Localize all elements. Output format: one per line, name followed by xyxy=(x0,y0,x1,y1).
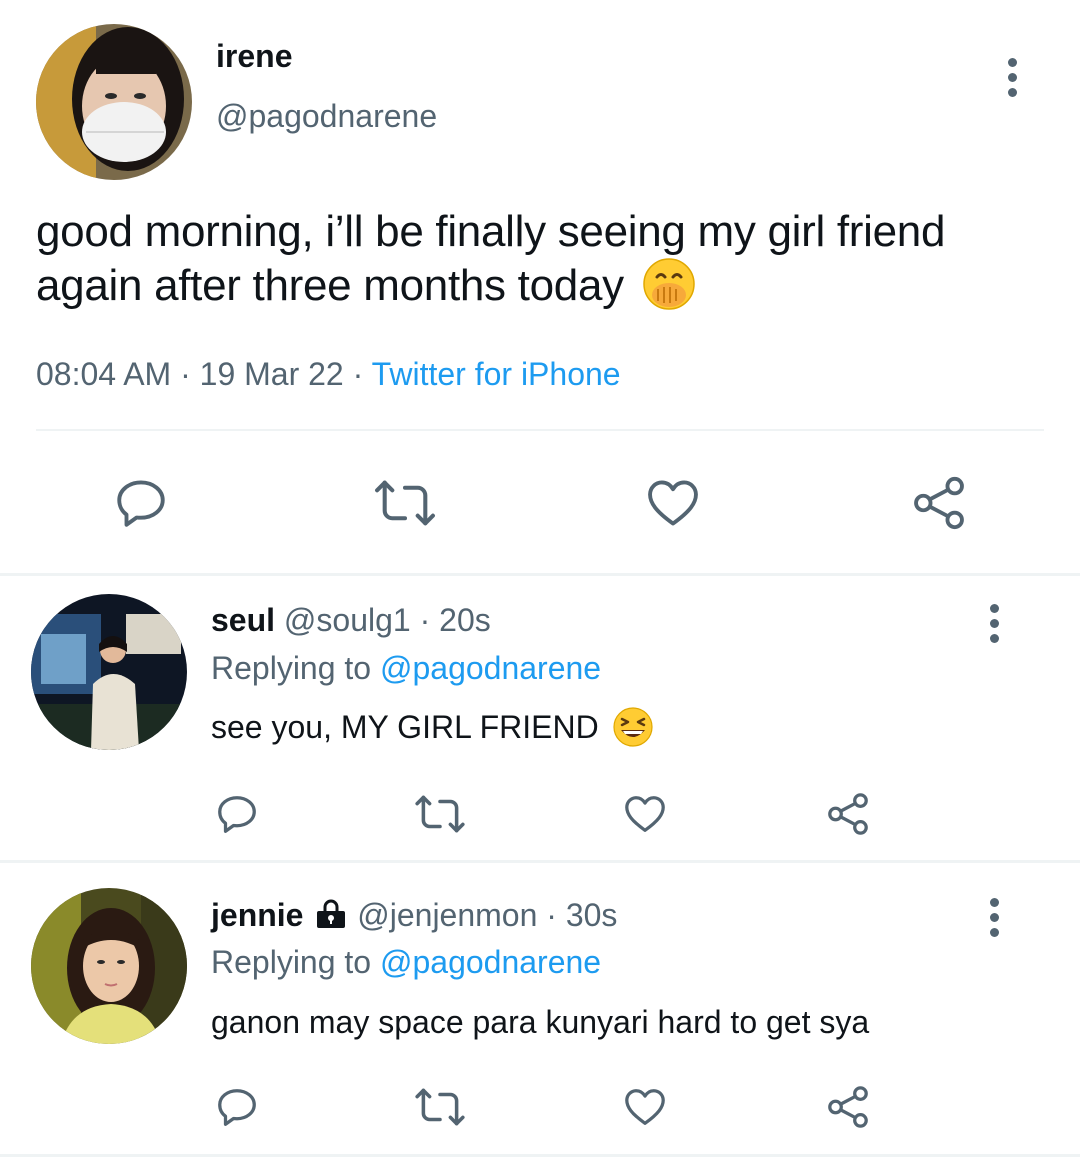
more-options-icon[interactable] xyxy=(990,898,999,937)
more-options-icon[interactable] xyxy=(1008,58,1017,97)
reply-header: seul @soulg1 · 20s xyxy=(211,602,491,639)
reply-header: jennie @jenjenmon · 30s xyxy=(211,897,617,937)
replying-to-label: Replying to xyxy=(211,650,372,686)
grinning-squinting-emoji xyxy=(612,706,654,748)
replying-to: Replying to @pagodnarene xyxy=(211,944,601,981)
replying-to-label: Replying to xyxy=(211,944,372,980)
reply-icon[interactable] xyxy=(214,1084,260,1130)
share-icon[interactable] xyxy=(910,474,968,532)
more-options-icon[interactable] xyxy=(990,604,999,643)
reply-display-name[interactable]: seul xyxy=(211,602,275,638)
tweet-text-line-2: again after three months today xyxy=(36,257,1056,313)
share-icon[interactable] xyxy=(825,1084,871,1130)
retweet-icon[interactable] xyxy=(413,791,467,837)
meta-separator: · xyxy=(546,897,557,933)
reply-handle[interactable]: @jenjenmon xyxy=(357,897,537,933)
retweet-icon[interactable] xyxy=(372,474,438,532)
share-icon[interactable] xyxy=(825,791,871,837)
like-icon[interactable] xyxy=(622,1084,668,1130)
meta-separator: · xyxy=(419,602,431,638)
meta-separator: · xyxy=(180,356,191,392)
tweet-text: good morning, i’ll be finally seeing my … xyxy=(36,205,1056,313)
reply-display-name[interactable]: jennie xyxy=(211,897,303,933)
tweet-source-link[interactable]: Twitter for iPhone xyxy=(372,356,621,392)
reply-text: see you, MY GIRL FRIEND xyxy=(211,706,654,748)
reply-handle[interactable]: @soulg1 xyxy=(284,602,411,638)
reply-age: 20s xyxy=(439,602,491,638)
tweet-date: 19 Mar 22 xyxy=(199,356,344,392)
tweet-meta: 08:04 AM · 19 Mar 22 · Twitter for iPhon… xyxy=(36,356,621,393)
retweet-icon[interactable] xyxy=(413,1084,467,1130)
avatar-jennie[interactable] xyxy=(31,888,187,1044)
section-divider xyxy=(0,860,1080,863)
reply-icon[interactable] xyxy=(112,474,170,532)
lock-icon xyxy=(314,899,348,937)
replying-to-handle[interactable]: @pagodnarene xyxy=(380,944,601,980)
meta-divider xyxy=(36,429,1044,431)
tweet-text-line-1: good morning, i’ll be finally seeing my … xyxy=(36,207,946,256)
display-name[interactable]: irene xyxy=(216,38,292,75)
reply-text: ganon may space para kunyari hard to get… xyxy=(211,1004,870,1040)
section-divider xyxy=(0,573,1080,576)
avatar-seul[interactable] xyxy=(31,594,187,750)
meta-separator: · xyxy=(352,356,364,392)
hand-over-mouth-emoji xyxy=(642,257,696,311)
avatar-irene[interactable] xyxy=(36,24,192,180)
handle[interactable]: @pagodnarene xyxy=(216,98,437,135)
tweet-time: 08:04 AM xyxy=(36,356,172,392)
reply-icon[interactable] xyxy=(214,791,260,837)
replying-to-handle[interactable]: @pagodnarene xyxy=(380,650,601,686)
tweet-text-line-2-text: again after three months today xyxy=(36,261,624,310)
reply-text-content: see you, MY GIRL FRIEND xyxy=(211,709,599,745)
section-divider xyxy=(0,1154,1080,1157)
like-icon[interactable] xyxy=(644,474,702,532)
reply-age: 30s xyxy=(565,897,618,933)
like-icon[interactable] xyxy=(622,791,668,837)
replying-to: Replying to @pagodnarene xyxy=(211,650,601,687)
